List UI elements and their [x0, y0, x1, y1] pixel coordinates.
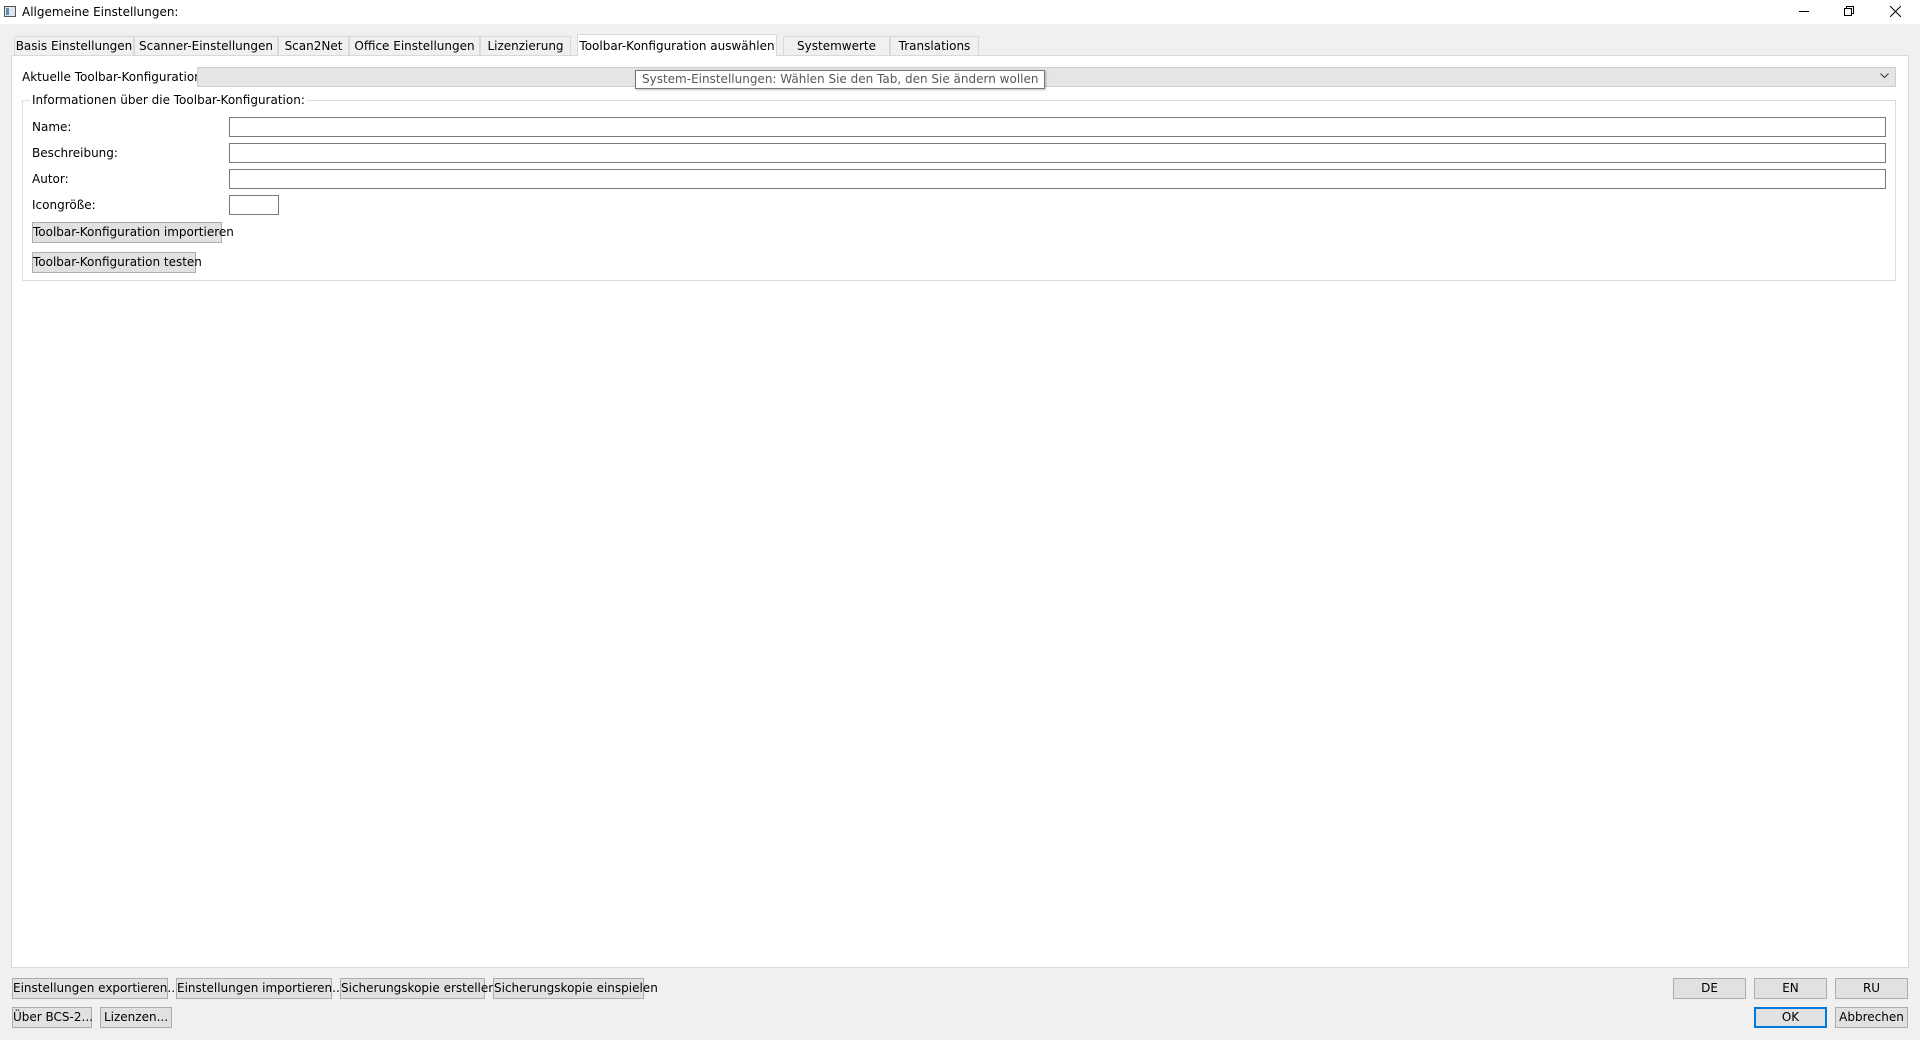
chevron-down-icon [1880, 73, 1889, 79]
lang-en-button[interactable]: EN [1754, 978, 1827, 999]
lang-de-button[interactable]: DE [1673, 978, 1746, 999]
import-config-button[interactable]: Toolbar-Konfiguration importieren [32, 222, 234, 243]
licenses-button[interactable]: Lizenzen... [100, 1007, 172, 1028]
restore-icon [1844, 6, 1854, 16]
close-icon [1889, 5, 1901, 17]
tab-toolbar-konfiguration[interactable]: Toolbar-Konfiguration auswählen [577, 34, 777, 56]
lang-ru-button[interactable]: RU [1835, 978, 1908, 999]
minimize-button[interactable] [1781, 0, 1827, 22]
tab-office-einstellungen[interactable]: Office Einstellungen [349, 36, 480, 55]
tab-scan2net[interactable]: Scan2Net [278, 36, 349, 55]
author-field[interactable] [229, 169, 1886, 189]
tab-translations[interactable]: Translations [890, 36, 979, 55]
app-icon [4, 6, 16, 17]
iconsize-field[interactable] [229, 195, 279, 215]
restore-button[interactable] [1826, 0, 1872, 22]
description-field[interactable] [229, 143, 1886, 163]
tab-basis-einstellungen[interactable]: Basis Einstellungen [14, 36, 134, 55]
minimize-icon [1799, 11, 1809, 12]
window-title: Allgemeine Einstellungen: [22, 5, 179, 19]
export-settings-button[interactable]: Einstellungen exportieren... [12, 978, 179, 999]
create-backup-button[interactable]: Sicherungskopie erstellen [340, 978, 496, 999]
current-config-label: Aktuelle Toolbar-Konfiguration: [22, 70, 206, 84]
name-field[interactable] [229, 117, 1886, 137]
tab-lizenzierung[interactable]: Lizenzierung [480, 36, 571, 55]
test-config-button[interactable]: Toolbar-Konfiguration testen [32, 252, 202, 273]
about-button[interactable]: Über BCS-2... [12, 1007, 93, 1028]
close-button[interactable] [1872, 0, 1918, 22]
import-settings-button[interactable]: Einstellungen importieren... [176, 978, 344, 999]
description-label: Beschreibung: [32, 146, 118, 160]
tab-systemwerte[interactable]: Systemwerte [783, 36, 890, 55]
name-label: Name: [32, 120, 72, 134]
ok-button[interactable]: OK [1754, 1007, 1827, 1028]
title-bar: Allgemeine Einstellungen: [0, 0, 1920, 24]
current-config-combobox[interactable] [197, 67, 1896, 87]
iconsize-label: Icongröße: [32, 198, 96, 212]
author-label: Autor: [32, 172, 69, 186]
restore-backup-button[interactable]: Sicherungskopie einspielen [493, 978, 658, 999]
group-title: Informationen über die Toolbar-Konfigura… [30, 93, 307, 107]
tab-scanner-einstellungen[interactable]: Scanner-Einstellungen [134, 36, 278, 55]
tab-tooltip: System-Einstellungen: Wählen Sie den Tab… [635, 70, 1046, 89]
cancel-button[interactable]: Abbrechen [1835, 1007, 1908, 1028]
